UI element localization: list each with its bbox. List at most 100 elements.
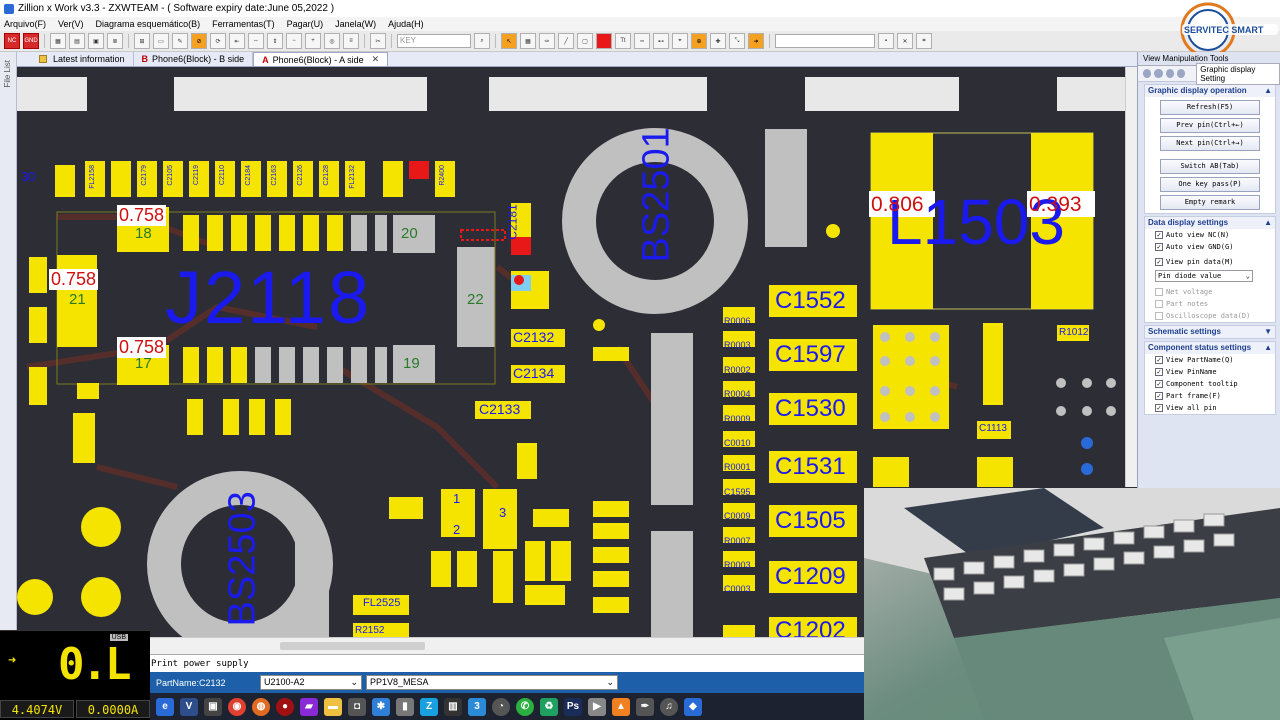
part-frame-checkbox[interactable]: ✓ Part frame(F)	[1145, 390, 1275, 402]
save-icon[interactable]: ▪	[878, 33, 894, 49]
tool-icon[interactable]: ▥	[444, 697, 462, 716]
whatsapp-icon[interactable]: ✆	[516, 697, 534, 716]
switch-ab-button[interactable]: Switch AB(Tab)	[1160, 159, 1260, 174]
one-key-pass-button[interactable]: One key pass(P)	[1160, 177, 1260, 192]
rect-icon[interactable]: ▢	[577, 33, 593, 49]
refresh-icon[interactable]	[1176, 69, 1186, 78]
expand-icon[interactable]: ▼	[1264, 326, 1272, 338]
gauge-icon[interactable]: ◔	[492, 697, 510, 716]
file-list-strip[interactable]: File List	[0, 52, 17, 637]
refresh-button[interactable]: Refresh(F5)	[1160, 100, 1260, 115]
prev-pin-button[interactable]: Prev pin(Ctrl+←)	[1160, 118, 1260, 133]
first-icon[interactable]: ⇤	[229, 33, 245, 49]
frame-icon[interactable]: ▭	[153, 33, 169, 49]
key-search-input[interactable]: KEY	[397, 34, 471, 48]
collapse-icon[interactable]: ▲	[1264, 217, 1272, 229]
dash-icon[interactable]: ┅	[634, 33, 650, 49]
pin-select[interactable]: U2100-A2 ⌄	[260, 675, 362, 690]
view-all-pin-checkbox[interactable]: ✓ View all pin	[1145, 402, 1275, 414]
crosshair-icon[interactable]: ⌗	[916, 33, 932, 49]
vlc-icon[interactable]: ▲	[612, 697, 630, 716]
schematic-settings-section[interactable]: Schematic settings ▼	[1144, 325, 1276, 339]
record-icon[interactable]: ●	[276, 697, 294, 716]
pen-icon[interactable]: ✑	[539, 33, 555, 49]
forward-icon[interactable]	[1154, 69, 1163, 78]
zoom-out-icon[interactable]: −	[286, 33, 302, 49]
flip-icon[interactable]: ⇕	[267, 33, 283, 49]
music-icon[interactable]: ♫	[660, 697, 678, 716]
menu-pagar[interactable]: Pagar(U)	[287, 19, 324, 29]
tab-phone6-b-side[interactable]: B Phone6(Block) - B side	[134, 52, 254, 66]
menu-ajuda[interactable]: Ajuda(H)	[388, 19, 424, 29]
menu-diagrama[interactable]: Diagrama esquemático(B)	[96, 19, 201, 29]
open-icon[interactable]: ▦	[50, 33, 66, 49]
snap-icon[interactable]: ⌖	[672, 33, 688, 49]
measure-icon[interactable]: ⊷	[653, 33, 669, 49]
list-icon[interactable]: ≡	[343, 33, 359, 49]
tab-latest-information[interactable]: Latest information	[31, 52, 134, 66]
menu-arquivo[interactable]: Arquivo(F)	[4, 19, 46, 29]
next-pin-button[interactable]: Next pin(Ctrl+→)	[1160, 136, 1260, 151]
settings-icon[interactable]: ✱	[372, 697, 390, 716]
text-tool-button[interactable]: Tt	[615, 33, 631, 49]
zxw-icon[interactable]: Z	[420, 697, 438, 716]
line-icon[interactable]: ╱	[558, 33, 574, 49]
media-icon[interactable]: ▶	[588, 697, 606, 716]
search-icon[interactable]: ⌕	[474, 33, 490, 49]
zoom-fit-icon[interactable]: ◎	[324, 33, 340, 49]
graphic-display-setting-tab[interactable]: Graphic display Setting	[1196, 62, 1280, 85]
horizontal-scrollbar[interactable]	[150, 637, 864, 654]
three-icon[interactable]: 3	[468, 697, 486, 716]
pen-tool-icon[interactable]: ✒	[636, 697, 654, 716]
fit-icon[interactable]: ⊞	[134, 33, 150, 49]
view-pin-data-checkbox[interactable]: ✓ View pin data(M)	[1145, 256, 1275, 268]
net-icon[interactable]: ≣	[107, 33, 123, 49]
folder-icon[interactable]: ▬	[324, 697, 342, 716]
chrome-icon[interactable]: ◉	[228, 697, 246, 716]
net-select[interactable]: PP1V8_MESA ⌄	[366, 675, 618, 690]
tab-phone6-a-side[interactable]: A Phone6(Block) - A side ✕	[253, 52, 389, 66]
menu-ver[interactable]: Ver(V)	[58, 19, 84, 29]
nc-button[interactable]: NC	[4, 33, 20, 49]
camera-app-icon[interactable]: ◘	[348, 697, 366, 716]
mark-icon[interactable]: ⊕	[691, 33, 707, 49]
window-icon[interactable]: ▣	[204, 697, 222, 716]
app-purple-icon[interactable]: ▰	[300, 697, 318, 716]
edit-icon[interactable]: ✎	[172, 33, 188, 49]
mirror-icon[interactable]: ⇔	[248, 33, 264, 49]
net-search-input[interactable]	[775, 34, 875, 48]
menu-ferramentas[interactable]: Ferramentas(T)	[212, 19, 275, 29]
pin-icon[interactable]: ✚	[710, 33, 726, 49]
collapse-icon[interactable]: ▲	[1264, 342, 1272, 354]
auto-view-gnd-checkbox[interactable]: ✓ Auto view GND(G)	[1145, 241, 1275, 253]
grid-icon[interactable]: ▦	[520, 33, 536, 49]
menu-janela[interactable]: Janela(W)	[335, 19, 376, 29]
close-search-icon[interactable]: ✕	[897, 33, 913, 49]
layers-icon[interactable]: ▤	[69, 33, 85, 49]
rotate-icon[interactable]: ⟳	[210, 33, 226, 49]
vertical-scrollbar[interactable]	[1125, 67, 1137, 487]
usb-icon[interactable]: ▮	[396, 697, 414, 716]
component-tooltip-checkbox[interactable]: ✓ Component tooltip	[1145, 378, 1275, 390]
pointer-icon[interactable]: ↖	[501, 33, 517, 49]
pin-data-select[interactable]: Pin diode value ⌄	[1155, 270, 1253, 282]
close-icon[interactable]: ✕	[372, 54, 380, 65]
back-icon[interactable]	[1143, 69, 1152, 78]
edge-icon[interactable]: e	[156, 697, 174, 716]
layout-icon[interactable]: ▣	[88, 33, 104, 49]
auto-view-nc-checkbox[interactable]: ✓ Auto view NC(N)	[1145, 229, 1275, 241]
empty-remark-button[interactable]: Empty remark	[1160, 195, 1260, 210]
color-picker[interactable]	[596, 33, 612, 49]
firefox-icon[interactable]: ◍	[252, 697, 270, 716]
photoshop-icon[interactable]: Ps	[564, 697, 582, 716]
gnd-button[interactable]: GND	[23, 33, 39, 49]
view-partname-checkbox[interactable]: ✓ View PartName(Q)	[1145, 354, 1275, 366]
no-entry-icon[interactable]: ⊘	[191, 33, 207, 49]
collapse-icon[interactable]: ▲	[1264, 85, 1272, 97]
view-pinname-checkbox[interactable]: ✓ View PinName	[1145, 366, 1275, 378]
arrow-icon[interactable]: ⤡	[729, 33, 745, 49]
app-blue-icon[interactable]: ◆	[684, 697, 702, 716]
cut-icon[interactable]: ✂	[370, 33, 386, 49]
zoom-in-icon[interactable]: +	[305, 33, 321, 49]
visio-icon[interactable]: V	[180, 697, 198, 716]
